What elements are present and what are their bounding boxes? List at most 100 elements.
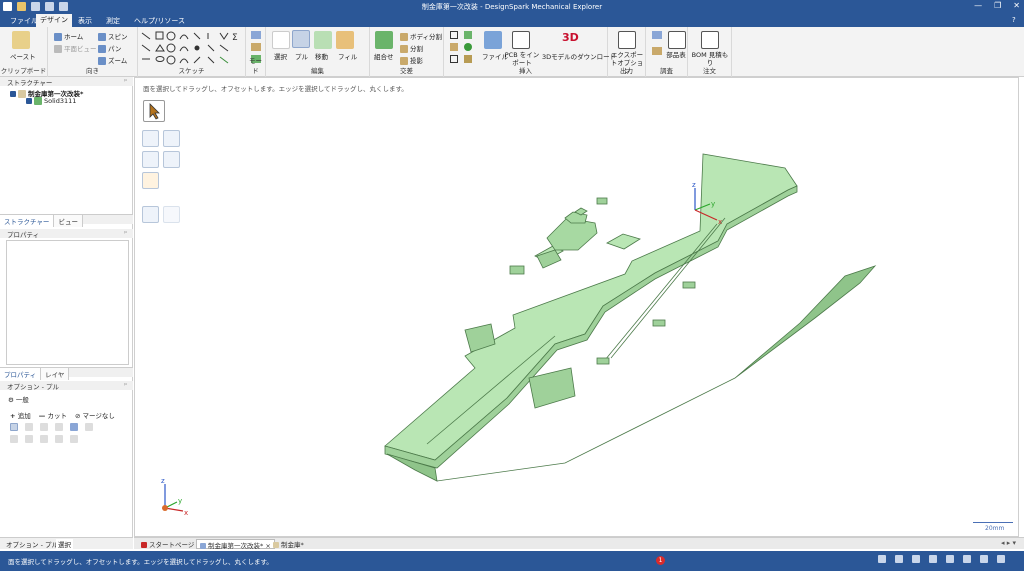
tab-options-pull[interactable]: オプション - プル [6,539,58,549]
mode-group-label: モード [249,57,262,75]
box-select-icon[interactable] [912,555,920,563]
download-3d-button[interactable]: 3Dモデルのダウンロード [542,51,616,61]
blend-icon[interactable] [85,423,93,431]
minimize-button[interactable]: — [974,1,982,10]
tab-selection[interactable]: 選択 [56,539,73,549]
tab-document-1[interactable]: 制金庫第一次改装* × [196,539,275,550]
tab-view[interactable]: 表示 [74,15,96,27]
tab-help[interactable]: ヘルプ/リソース [130,15,189,27]
no-merge-option[interactable]: ⊘ マージなし [75,410,115,420]
split-button[interactable]: 分割 [400,43,423,53]
origin-icon[interactable] [450,55,458,63]
download-3d-icon[interactable]: 3D [562,31,579,44]
revolve-icon[interactable] [70,423,78,431]
split-body-button[interactable]: ボディ分割 [400,31,442,41]
project-button[interactable]: 投影 [400,55,423,65]
tab-design[interactable]: デザイン [36,14,72,27]
section-mode-icon[interactable] [251,43,261,51]
tab-start-page[interactable]: スタートページ [138,539,197,549]
checkbox-icon[interactable] [10,91,16,97]
display-icon[interactable] [997,555,1005,563]
spin-view-icon[interactable] [878,555,886,563]
pull-options-row: + 追加 — カット ⊘ マージなし [10,410,115,420]
project-icon [400,57,408,65]
export-icon[interactable] [618,31,636,49]
plane-view-icon [54,45,62,53]
add-option[interactable]: + 追加 [10,410,31,420]
clipboard-group-label: クリップボード [0,67,47,75]
draft-icon[interactable] [40,423,48,431]
snap-icon[interactable] [929,555,937,563]
parts-list-icon[interactable] [668,31,686,49]
move-button[interactable]: 移動 [315,51,328,61]
sketch-tools-icon[interactable]: Σ [138,29,246,69]
offset-icon[interactable] [40,435,48,443]
fill-button[interactable]: フィル [338,51,357,61]
sponson-1 [509,265,525,275]
pan-view-icon[interactable] [946,555,954,563]
home-button[interactable]: ホーム [54,31,83,41]
sponson-2 [596,197,608,205]
tab-document-2[interactable]: 制金庫* [270,539,307,549]
move-icon[interactable] [314,31,332,49]
fill-icon[interactable] [336,31,354,49]
pan-button[interactable]: パン [98,43,121,53]
plane-icon[interactable] [450,31,458,39]
tree-child[interactable]: Solid3111 [26,97,76,105]
start-page-icon [141,542,147,548]
checkbox-icon[interactable] [26,98,32,104]
pcb-icon[interactable] [512,31,530,49]
mass-icon[interactable] [652,47,662,55]
close-button[interactable]: ✕ [1013,1,1020,10]
measure-option-icon[interactable] [70,435,78,443]
help-button[interactable]: ? [1008,15,1020,25]
pivot-edge-icon[interactable] [25,435,33,443]
fit-view-icon[interactable] [980,555,988,563]
tab-measure[interactable]: 測定 [102,15,124,27]
spin-button[interactable]: スピン [98,31,128,41]
combine-icon[interactable] [375,31,393,49]
scale-label: 20mm [985,525,1005,532]
plane-view-button[interactable]: 平面ビュー [54,43,97,53]
paste-button[interactable]: ペースト [10,51,36,61]
tab-structure[interactable]: ストラクチャー [0,215,55,227]
paste-icon[interactable] [12,31,30,49]
extend-icon[interactable] [55,435,63,443]
select-mode-icon[interactable] [895,555,903,563]
pin-icon[interactable]: ᵖ [124,229,127,237]
pin-icon[interactable]: ᵖ [124,77,127,85]
measure-icon[interactable] [652,31,662,39]
pull-both-icon[interactable] [10,423,18,431]
edit-group-label: 編集 [311,67,324,75]
sketch-mode-icon[interactable] [251,31,261,39]
cart-icon[interactable] [701,31,719,49]
sweep-icon[interactable] [55,423,63,431]
combine-button[interactable]: 組合せ [374,51,394,61]
restore-button[interactable]: ❐ [994,1,1001,10]
rotate-icon[interactable] [25,423,33,431]
parts-list-button[interactable]: 部品表 [666,51,686,59]
tab-properties[interactable]: プロパティ [0,368,42,380]
tab-scroll-arrows[interactable]: ◂ ▸ ▾ [1001,539,1016,547]
model-view[interactable]: z y x z y x [135,78,1020,538]
pull-icon[interactable] [292,30,310,48]
cut-option[interactable]: — カット [39,410,67,420]
error-badge[interactable]: 1 [656,556,665,565]
shell-icon[interactable] [464,55,472,63]
select-button[interactable]: 選択 [274,51,287,61]
tab-layers[interactable]: レイヤ [41,368,70,380]
design-canvas[interactable]: 面を選択してドラッグし、オフセットします。エッジを選択してドラッグし、丸くします… [134,77,1019,537]
zoom-view-icon[interactable] [963,555,971,563]
sphere-icon[interactable] [464,43,472,51]
tab-view-pane[interactable]: ビュー [54,215,83,227]
general-section[interactable]: ⚙ 一般 [8,394,29,404]
pin-icon[interactable]: ᵖ [124,381,127,389]
file-icon[interactable] [484,31,502,49]
pull-button[interactable]: プル [295,51,308,61]
zoom-button[interactable]: ズーム [98,55,127,65]
axis-icon[interactable] [450,43,458,51]
select-icon[interactable] [272,31,290,49]
document-tabs: スタートページ 制金庫第一次改装* × 制金庫* ◂ ▸ ▾ [134,537,1024,550]
copy-edge-icon[interactable] [10,435,18,443]
cylinder-icon[interactable] [464,31,472,39]
